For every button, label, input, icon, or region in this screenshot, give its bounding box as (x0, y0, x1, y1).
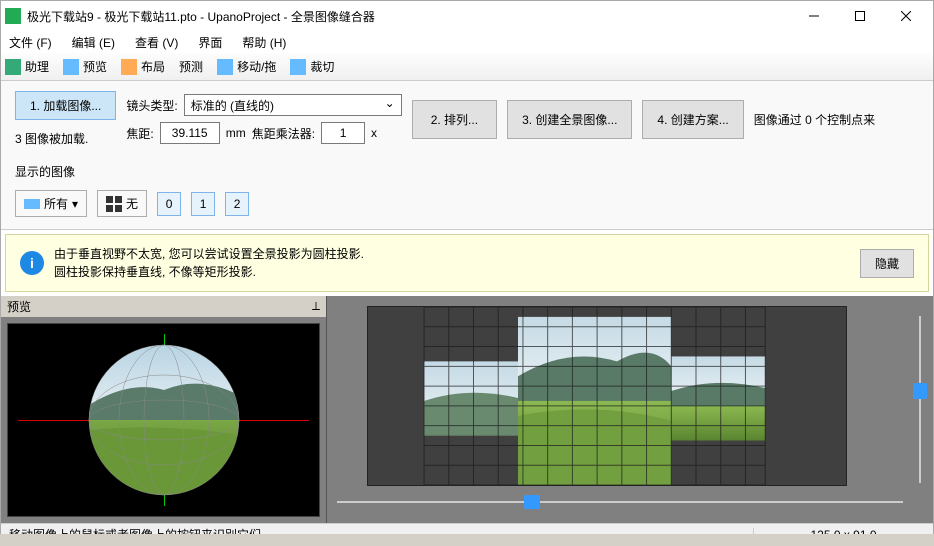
focal-mult-label: 焦距乘法器: (252, 125, 315, 142)
tab-assist-label: 助理 (25, 58, 49, 75)
image-index-2[interactable]: 2 (225, 192, 249, 216)
dropdown-icon: ▾ (72, 197, 78, 211)
tab-layout-label: 布局 (141, 58, 165, 75)
tab-crop[interactable]: 裁切 (290, 58, 334, 75)
window-title: 极光下载站9 - 极光下载站11.pto - UpanoProject - 全景… (27, 8, 791, 25)
hide-button[interactable]: 隐藏 (860, 249, 914, 278)
close-button[interactable] (883, 1, 929, 31)
suggestion-banner: i 由于垂直视野不太宽, 您可以尝试设置全景投影为圆柱投影. 圆柱投影保持垂直线… (5, 234, 929, 292)
toolbar: 助理 预览 布局 预测 移动/拖 裁切 (1, 53, 933, 81)
preview-title: 预览 (7, 298, 31, 315)
minimize-button[interactable] (791, 1, 837, 31)
tab-movedrag-label: 移动/拖 (237, 58, 276, 75)
info-icon: i (20, 251, 44, 275)
menubar: 文件 (F) 编辑 (E) 查看 (V) 界面 帮助 (H) (1, 31, 933, 53)
grid-icon (106, 196, 122, 212)
focal-input[interactable] (160, 122, 220, 144)
suggestion-line1: 由于垂直视野不太宽, 您可以尝试设置全景投影为圆柱投影. (54, 247, 364, 261)
horizontal-slider[interactable] (337, 495, 903, 509)
preview-sphere (79, 335, 249, 505)
pin-icon[interactable]: ⟂ (312, 299, 320, 314)
pano-canvas[interactable] (367, 306, 847, 486)
maximize-button[interactable] (837, 1, 883, 31)
filter-all-label: 所有 (44, 195, 68, 212)
loaded-count-label: 3 图像被加载. (15, 130, 116, 147)
preview-panel: 预览 ⟂ (1, 296, 327, 523)
tab-crop-label: 裁切 (310, 58, 334, 75)
thumbnail-icon (24, 196, 40, 212)
lens-type-label: 镜头类型: (126, 97, 177, 114)
images-section-label: 显示的图像 (1, 155, 933, 184)
vslider-thumb[interactable] (913, 383, 927, 399)
x-label: x (371, 126, 377, 140)
suggestion-line2: 圆柱投影保持垂直线, 不像等矩形投影. (54, 265, 256, 279)
tab-movedrag[interactable]: 移动/拖 (217, 58, 276, 75)
panels: 预览 ⟂ (1, 296, 933, 523)
tab-preview-label: 预览 (83, 58, 107, 75)
mm-label: mm (226, 126, 246, 140)
pano-content (368, 307, 846, 485)
tab-assist[interactable]: 助理 (5, 58, 49, 75)
pano-panel (327, 296, 933, 523)
tab-predict[interactable]: 预测 (179, 58, 203, 75)
preview-header: 预览 ⟂ (1, 296, 326, 317)
focal-mult-input[interactable] (321, 122, 365, 144)
suggestion-text: 由于垂直视野不太宽, 您可以尝试设置全景投影为圆柱投影. 圆柱投影保持垂直线, … (54, 245, 850, 281)
menu-view[interactable]: 查看 (V) (131, 32, 182, 53)
preview-scrollbar[interactable] (0, 534, 934, 546)
menu-file[interactable]: 文件 (F) (5, 32, 56, 53)
load-images-button[interactable]: 1. 加载图像... (15, 91, 116, 120)
titlebar: 极光下载站9 - 极光下载站11.pto - UpanoProject - 全景… (1, 1, 933, 31)
vertical-slider[interactable] (913, 316, 927, 483)
menu-help[interactable]: 帮助 (H) (238, 32, 290, 53)
preview-canvas[interactable] (7, 323, 320, 517)
filter-all[interactable]: 所有 ▾ (15, 190, 87, 217)
app-icon (5, 8, 21, 24)
focal-label: 焦距: (126, 125, 153, 142)
menu-interface[interactable]: 界面 (194, 32, 226, 53)
images-row: 所有 ▾ 无 0 1 2 (1, 184, 933, 230)
lens-type-value: 标准的 (直线的) (191, 99, 274, 113)
controls-row: 1. 加载图像... 3 图像被加载. 镜头类型: 标准的 (直线的) 焦距: … (1, 81, 933, 155)
filter-none[interactable]: 无 (97, 190, 147, 217)
tab-preview[interactable]: 预览 (63, 58, 107, 75)
hslider-thumb[interactable] (524, 495, 540, 509)
filter-none-label: 无 (126, 195, 138, 212)
lens-type-select[interactable]: 标准的 (直线的) (184, 94, 402, 116)
arrange-button[interactable]: 2. 排列... (412, 100, 497, 139)
create-scheme-button[interactable]: 4. 创建方案... (642, 100, 743, 139)
image-index-1[interactable]: 1 (191, 192, 215, 216)
tab-layout[interactable]: 布局 (121, 58, 165, 75)
ctrl-points-label: 图像通过 0 个控制点来 (754, 111, 875, 128)
tab-predict-label: 预测 (179, 58, 203, 75)
menu-edit[interactable]: 编辑 (E) (68, 32, 119, 53)
create-pano-button[interactable]: 3. 创建全景图像... (507, 100, 632, 139)
image-index-0[interactable]: 0 (157, 192, 181, 216)
